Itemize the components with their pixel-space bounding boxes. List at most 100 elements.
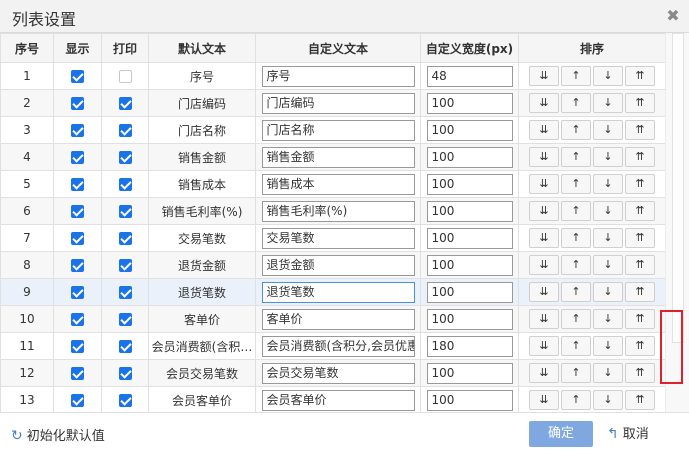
custom-width-input[interactable]: 100	[426, 92, 513, 114]
move-down-button[interactable]: ↓	[593, 363, 623, 383]
move-down-button[interactable]: ↓	[593, 390, 623, 410]
custom-width-input[interactable]: 100	[426, 362, 513, 384]
move-down-button[interactable]: ↓	[593, 201, 623, 221]
custom-text-input[interactable]: 序号	[261, 65, 415, 87]
print-checkbox[interactable]	[118, 394, 132, 407]
show-checkbox[interactable]	[71, 124, 84, 137]
print-checkbox[interactable]	[118, 151, 132, 164]
print-checkbox[interactable]	[118, 259, 132, 272]
move-bottom-button[interactable]: ⇊	[529, 93, 559, 113]
move-top-button[interactable]: ⇈	[625, 282, 655, 302]
move-bottom-button[interactable]: ⇊	[529, 201, 559, 221]
show-checkbox[interactable]	[71, 394, 84, 407]
custom-width-input[interactable]: 100	[426, 227, 513, 249]
move-top-button[interactable]: ⇈	[625, 390, 655, 410]
custom-text-input[interactable]: 门店编码	[261, 92, 415, 114]
custom-text-input[interactable]: 退货金额	[261, 254, 415, 276]
move-top-button[interactable]: ⇈	[625, 66, 655, 86]
move-up-button[interactable]: ↑	[561, 282, 591, 302]
show-checkbox[interactable]	[71, 205, 84, 218]
move-top-button[interactable]: ⇈	[625, 363, 655, 383]
custom-width-input[interactable]: 100	[426, 281, 513, 303]
move-bottom-button[interactable]: ⇊	[529, 363, 559, 383]
move-bottom-button[interactable]: ⇊	[529, 255, 559, 275]
move-down-button[interactable]: ↓	[593, 147, 623, 167]
custom-width-input[interactable]: 100	[426, 254, 513, 276]
move-top-button[interactable]: ⇈	[625, 255, 655, 275]
custom-width-input[interactable]: 180	[426, 335, 513, 357]
custom-text-input[interactable]: 门店名称	[261, 119, 415, 141]
show-checkbox[interactable]	[71, 151, 84, 164]
custom-text-input[interactable]: 会员消费额(含积分,会员优惠	[261, 335, 415, 357]
move-bottom-button[interactable]: ⇊	[529, 147, 559, 167]
custom-text-input[interactable]: 客单价	[261, 308, 415, 330]
custom-width-input[interactable]: 100	[426, 389, 513, 411]
print-checkbox[interactable]	[118, 97, 132, 110]
custom-width-input[interactable]: 100	[426, 173, 513, 195]
move-top-button[interactable]: ⇈	[625, 120, 655, 140]
print-checkbox[interactable]	[118, 124, 132, 137]
print-checkbox[interactable]	[118, 205, 132, 218]
print-checkbox[interactable]	[118, 232, 132, 245]
show-checkbox[interactable]	[71, 97, 84, 110]
move-up-button[interactable]: ↑	[561, 390, 591, 410]
move-down-button[interactable]: ↓	[593, 309, 623, 329]
cancel-button[interactable]: ↰ 取消	[607, 421, 667, 447]
move-bottom-button[interactable]: ⇊	[529, 282, 559, 302]
move-top-button[interactable]: ⇈	[625, 201, 655, 221]
move-up-button[interactable]: ↑	[561, 147, 591, 167]
move-down-button[interactable]: ↓	[593, 120, 623, 140]
move-bottom-button[interactable]: ⇊	[529, 174, 559, 194]
show-checkbox[interactable]	[71, 367, 84, 380]
move-down-button[interactable]: ↓	[593, 282, 623, 302]
move-down-button[interactable]: ↓	[593, 228, 623, 248]
confirm-button[interactable]: 确定	[529, 421, 593, 447]
show-checkbox[interactable]	[71, 286, 84, 299]
move-bottom-button[interactable]: ⇊	[529, 336, 559, 356]
print-checkbox[interactable]	[118, 286, 132, 299]
move-top-button[interactable]: ⇈	[625, 147, 655, 167]
move-top-button[interactable]: ⇈	[625, 93, 655, 113]
move-bottom-button[interactable]: ⇊	[529, 390, 559, 410]
move-down-button[interactable]: ↓	[593, 66, 623, 86]
move-top-button[interactable]: ⇈	[625, 336, 655, 356]
move-up-button[interactable]: ↑	[561, 309, 591, 329]
print-checkbox[interactable]	[118, 367, 132, 380]
move-up-button[interactable]: ↑	[561, 255, 591, 275]
custom-width-input[interactable]: 100	[426, 308, 513, 330]
move-top-button[interactable]: ⇈	[625, 174, 655, 194]
move-up-button[interactable]: ↑	[561, 93, 591, 113]
move-bottom-button[interactable]: ⇊	[529, 120, 559, 140]
close-icon[interactable]: ✖	[664, 6, 682, 26]
custom-width-input[interactable]: 100	[426, 200, 513, 222]
custom-text-input[interactable]: 退货笔数	[261, 281, 415, 303]
move-up-button[interactable]: ↑	[561, 201, 591, 221]
custom-text-input[interactable]: 会员客单价	[261, 389, 415, 411]
print-checkbox[interactable]	[118, 313, 132, 326]
custom-text-input[interactable]: 销售金额	[261, 146, 415, 168]
reset-defaults-button[interactable]: ↻ 初始化默认值	[11, 425, 105, 444]
move-bottom-button[interactable]: ⇊	[529, 309, 559, 329]
scrollbar-thumb[interactable]	[672, 33, 684, 343]
print-checkbox[interactable]	[118, 70, 132, 83]
custom-text-input[interactable]: 交易笔数	[261, 227, 415, 249]
show-checkbox[interactable]	[71, 259, 84, 272]
move-down-button[interactable]: ↓	[593, 93, 623, 113]
move-bottom-button[interactable]: ⇊	[529, 228, 559, 248]
move-down-button[interactable]: ↓	[593, 336, 623, 356]
custom-width-input[interactable]: 100	[426, 119, 513, 141]
move-up-button[interactable]: ↑	[561, 120, 591, 140]
move-up-button[interactable]: ↑	[561, 66, 591, 86]
move-top-button[interactable]: ⇈	[625, 309, 655, 329]
move-down-button[interactable]: ↓	[593, 174, 623, 194]
print-checkbox[interactable]	[118, 178, 132, 191]
print-checkbox[interactable]	[118, 340, 132, 353]
custom-text-input[interactable]: 销售毛利率(%)	[261, 200, 415, 222]
custom-width-input[interactable]: 100	[426, 146, 513, 168]
move-up-button[interactable]: ↑	[561, 174, 591, 194]
custom-text-input[interactable]: 销售成本	[261, 173, 415, 195]
move-up-button[interactable]: ↑	[561, 228, 591, 248]
show-checkbox[interactable]	[71, 70, 84, 83]
custom-text-input[interactable]: 会员交易笔数	[261, 362, 415, 384]
show-checkbox[interactable]	[71, 340, 84, 353]
